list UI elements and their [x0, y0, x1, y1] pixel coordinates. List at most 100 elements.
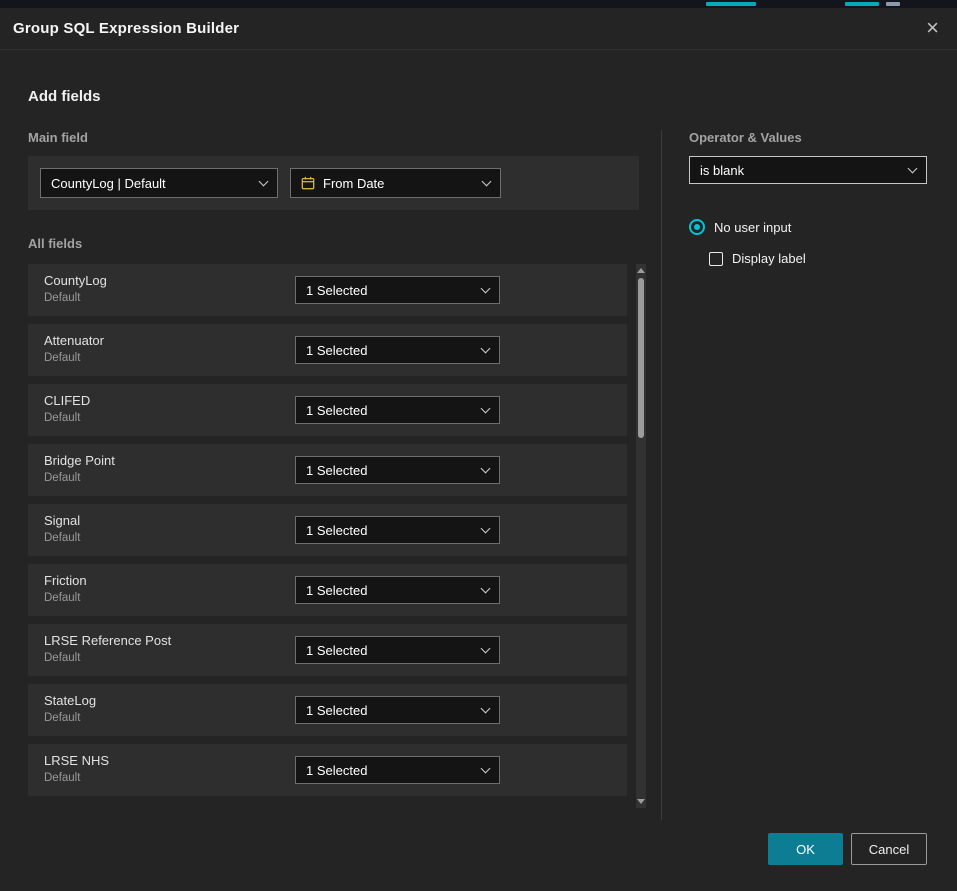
screen: Group SQL Expression Builder × Add field… [0, 0, 957, 891]
field-selected-value: 1 Selected [306, 703, 367, 718]
all-fields-label: All fields [28, 236, 82, 251]
chevron-down-icon [481, 463, 491, 473]
field-row: StateLog Default 1 Selected [28, 684, 627, 736]
scrollbar-up-arrow-icon[interactable] [637, 268, 645, 273]
main-field-dropdown[interactable]: From Date [290, 168, 501, 198]
chevron-down-icon [481, 343, 491, 353]
scrollbar-thumb[interactable] [638, 278, 644, 438]
field-selected-dropdown[interactable]: 1 Selected [295, 516, 500, 544]
chevron-down-icon [259, 176, 269, 186]
field-selected-value: 1 Selected [306, 583, 367, 598]
no-user-input-label: No user input [714, 220, 791, 235]
field-subtitle: Default [44, 352, 104, 364]
field-name: Signal [44, 513, 80, 528]
field-selected-value: 1 Selected [306, 643, 367, 658]
chevron-down-icon [481, 403, 491, 413]
main-field-label: Main field [28, 130, 88, 145]
field-subtitle: Default [44, 712, 96, 724]
close-icon[interactable]: × [922, 15, 943, 41]
field-selected-dropdown[interactable]: 1 Selected [295, 336, 500, 364]
add-fields-heading: Add fields [28, 88, 101, 105]
field-selected-value: 1 Selected [306, 523, 367, 538]
vertical-divider [661, 130, 662, 820]
scrollbar-down-arrow-icon[interactable] [637, 799, 645, 804]
field-selected-value: 1 Selected [306, 343, 367, 358]
dialog-header: Group SQL Expression Builder × [0, 8, 957, 50]
field-row: CLIFED Default 1 Selected [28, 384, 627, 436]
main-field-value: From Date [323, 176, 384, 191]
field-selected-dropdown[interactable]: 1 Selected [295, 276, 500, 304]
chevron-down-icon [481, 703, 491, 713]
field-selected-value: 1 Selected [306, 463, 367, 478]
operator-dropdown[interactable]: is blank [689, 156, 927, 184]
field-subtitle: Default [44, 592, 87, 604]
chevron-down-icon [481, 283, 491, 293]
background-artifact [886, 2, 900, 6]
field-row: Friction Default 1 Selected [28, 564, 627, 616]
field-row-text: StateLog Default [44, 693, 96, 724]
operator-value: is blank [700, 163, 744, 178]
display-label-label: Display label [732, 251, 806, 266]
field-selected-dropdown[interactable]: 1 Selected [295, 576, 500, 604]
field-row-text: CountyLog Default [44, 273, 107, 304]
field-name: LRSE Reference Post [44, 633, 171, 648]
chevron-down-icon [481, 643, 491, 653]
cancel-button[interactable]: Cancel [851, 833, 927, 865]
field-row-text: Signal Default [44, 513, 80, 544]
field-subtitle: Default [44, 412, 90, 424]
field-subtitle: Default [44, 472, 115, 484]
field-row: Attenuator Default 1 Selected [28, 324, 627, 376]
background-artifact [706, 2, 756, 6]
display-label-option[interactable]: Display label [709, 251, 806, 266]
field-selected-value: 1 Selected [306, 403, 367, 418]
field-name: LRSE NHS [44, 753, 109, 768]
field-selected-dropdown[interactable]: 1 Selected [295, 636, 500, 664]
field-selected-dropdown[interactable]: 1 Selected [295, 396, 500, 424]
field-name: CountyLog [44, 273, 107, 288]
field-name: Friction [44, 573, 87, 588]
field-name: Attenuator [44, 333, 104, 348]
field-row-text: CLIFED Default [44, 393, 90, 424]
field-selected-dropdown[interactable]: 1 Selected [295, 756, 500, 784]
display-label-checkbox[interactable] [709, 252, 723, 266]
field-subtitle: Default [44, 532, 80, 544]
field-name: StateLog [44, 693, 96, 708]
field-row: LRSE NHS Default 1 Selected [28, 744, 627, 796]
group-sql-expression-builder-dialog: Group SQL Expression Builder × Add field… [0, 8, 957, 891]
field-row-text: LRSE Reference Post Default [44, 633, 171, 664]
dialog-title: Group SQL Expression Builder [13, 8, 239, 50]
chevron-down-icon [908, 163, 918, 173]
field-row: Bridge Point Default 1 Selected [28, 444, 627, 496]
chevron-down-icon [481, 763, 491, 773]
main-field-panel: CountyLog | Default From Date [28, 156, 639, 210]
field-row-text: Friction Default [44, 573, 87, 604]
all-fields-list: CountyLog Default 1 Selected Attenuator … [28, 264, 627, 796]
field-subtitle: Default [44, 772, 109, 784]
field-row-text: Attenuator Default [44, 333, 104, 364]
field-name: CLIFED [44, 393, 90, 408]
field-row-text: Bridge Point Default [44, 453, 115, 484]
main-source-dropdown[interactable]: CountyLog | Default [40, 168, 278, 198]
calendar-icon [301, 176, 315, 190]
chevron-down-icon [481, 523, 491, 533]
field-selected-value: 1 Selected [306, 763, 367, 778]
background-app-strip [0, 0, 957, 8]
field-subtitle: Default [44, 292, 107, 304]
no-user-input-option[interactable]: No user input [689, 219, 791, 235]
field-row: Signal Default 1 Selected [28, 504, 627, 556]
chevron-down-icon [481, 583, 491, 593]
main-source-value: CountyLog | Default [51, 176, 166, 191]
field-selected-value: 1 Selected [306, 283, 367, 298]
operator-values-label: Operator & Values [689, 130, 802, 145]
chevron-down-icon [482, 176, 492, 186]
ok-button[interactable]: OK [768, 833, 843, 865]
field-name: Bridge Point [44, 453, 115, 468]
field-selected-dropdown[interactable]: 1 Selected [295, 696, 500, 724]
background-artifact [845, 2, 879, 6]
field-row: LRSE Reference Post Default 1 Selected [28, 624, 627, 676]
field-row-text: LRSE NHS Default [44, 753, 109, 784]
field-row: CountyLog Default 1 Selected [28, 264, 627, 316]
no-user-input-radio[interactable] [689, 219, 705, 235]
field-selected-dropdown[interactable]: 1 Selected [295, 456, 500, 484]
scrollbar[interactable] [636, 264, 646, 808]
